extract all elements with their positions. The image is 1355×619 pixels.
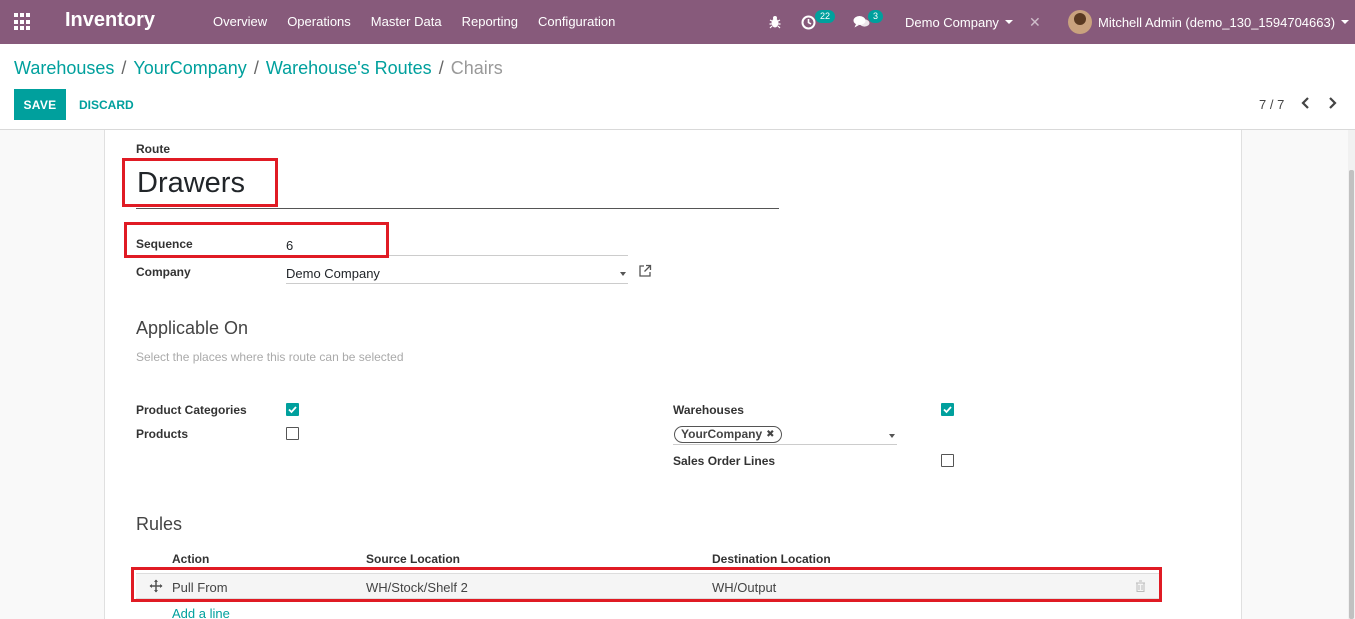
- debug-bug-icon[interactable]: [768, 0, 782, 44]
- column-header-destination[interactable]: Destination Location: [712, 552, 831, 566]
- main-menu: Overview Operations Master Data Reportin…: [213, 14, 615, 29]
- sales-order-lines-checkbox[interactable]: [941, 454, 954, 467]
- top-navbar: Inventory Overview Operations Master Dat…: [0, 0, 1355, 44]
- chevron-down-icon: [1004, 20, 1013, 24]
- route-label: Route: [136, 142, 170, 156]
- rule-action-cell[interactable]: Pull From: [172, 580, 228, 595]
- activity-clock-icon[interactable]: 22: [801, 0, 836, 44]
- menu-master-data[interactable]: Master Data: [371, 14, 442, 29]
- user-menu[interactable]: Mitchell Admin (demo_130_1594704663): [1068, 0, 1350, 44]
- applicable-on-help: Select the places where this route can b…: [136, 350, 404, 364]
- chevron-right-icon[interactable]: [1326, 95, 1340, 111]
- table-row[interactable]: [136, 573, 1160, 599]
- save-button[interactable]: SAVE: [14, 89, 66, 120]
- company-select-value: Demo Company: [286, 266, 380, 281]
- company-label: Company: [136, 265, 191, 279]
- discard-button[interactable]: DISCARD: [72, 89, 141, 120]
- column-header-source[interactable]: Source Location: [366, 552, 460, 566]
- warehouse-tag-label: YourCompany: [681, 427, 763, 441]
- chevron-left-icon[interactable]: [1298, 95, 1312, 111]
- chevron-down-icon: [1341, 20, 1350, 24]
- route-name-input[interactable]: Drawers: [136, 164, 779, 209]
- breadcrumb-separator: /: [121, 58, 127, 78]
- control-panel: Warehouses / YourCompany / Warehouse's R…: [0, 44, 1355, 130]
- breadcrumb-warehouse-routes[interactable]: Warehouse's Routes: [266, 58, 432, 79]
- drag-handle-icon[interactable]: [149, 579, 163, 593]
- applicable-on-title: Applicable On: [136, 318, 249, 338]
- breadcrumb-warehouses[interactable]: Warehouses: [14, 58, 114, 79]
- messages-chat-icon[interactable]: 3: [853, 0, 884, 44]
- warehouses-label: Warehouses: [673, 403, 744, 417]
- external-link-icon[interactable]: [638, 264, 652, 278]
- product-categories-label: Product Categories: [136, 403, 247, 417]
- rules-title: Rules: [136, 514, 183, 534]
- breadcrumb-separator: /: [253, 58, 259, 78]
- products-label: Products: [136, 427, 189, 441]
- sequence-input[interactable]: 6: [286, 234, 628, 256]
- breadcrumb-separator: /: [438, 58, 444, 78]
- company-select[interactable]: Demo Company: [286, 262, 628, 284]
- breadcrumb: Warehouses / YourCompany / Warehouse's R…: [14, 58, 503, 79]
- pager-value: 7 / 7: [1259, 97, 1285, 112]
- add-line-link[interactable]: Add a line: [172, 606, 230, 619]
- rule-source-cell[interactable]: WH/Stock/Shelf 2: [366, 580, 468, 595]
- tools-icon[interactable]: ✕: [1029, 0, 1041, 44]
- product-categories-checkbox[interactable]: [286, 403, 299, 416]
- activity-badge: 22: [815, 10, 836, 23]
- menu-reporting[interactable]: Reporting: [462, 14, 518, 29]
- menu-operations[interactable]: Operations: [287, 14, 351, 29]
- chevron-down-icon[interactable]: [620, 272, 626, 276]
- apps-grid-icon[interactable]: [14, 13, 32, 31]
- menu-configuration[interactable]: Configuration: [538, 14, 615, 29]
- warehouses-checkbox[interactable]: [941, 403, 954, 416]
- breadcrumb-yourcompany[interactable]: YourCompany: [133, 58, 246, 79]
- warehouse-tag: YourCompany ✖: [674, 426, 782, 443]
- avatar: [1068, 10, 1092, 34]
- trash-icon[interactable]: [1135, 580, 1146, 592]
- warehouses-tags-input[interactable]: YourCompany ✖: [673, 424, 897, 445]
- close-icon[interactable]: ✖: [766, 428, 774, 441]
- sequence-label: Sequence: [136, 237, 193, 251]
- app-brand[interactable]: Inventory: [65, 9, 155, 32]
- company-switcher[interactable]: Demo Company: [905, 0, 1013, 44]
- sales-order-lines-label: Sales Order Lines: [673, 454, 776, 468]
- user-name: Mitchell Admin (demo_130_1594704663): [1098, 14, 1336, 30]
- company-switcher-label: Demo Company: [905, 14, 999, 30]
- column-header-action[interactable]: Action: [172, 552, 209, 566]
- scrollbar-thumb[interactable]: [1349, 170, 1354, 619]
- rule-destination-cell[interactable]: WH/Output: [712, 580, 776, 595]
- products-checkbox[interactable]: [286, 427, 299, 440]
- messages-badge: 3: [868, 10, 884, 23]
- chevron-down-icon[interactable]: [889, 434, 895, 438]
- breadcrumb-current: Chairs: [450, 58, 503, 78]
- menu-overview[interactable]: Overview: [213, 14, 267, 29]
